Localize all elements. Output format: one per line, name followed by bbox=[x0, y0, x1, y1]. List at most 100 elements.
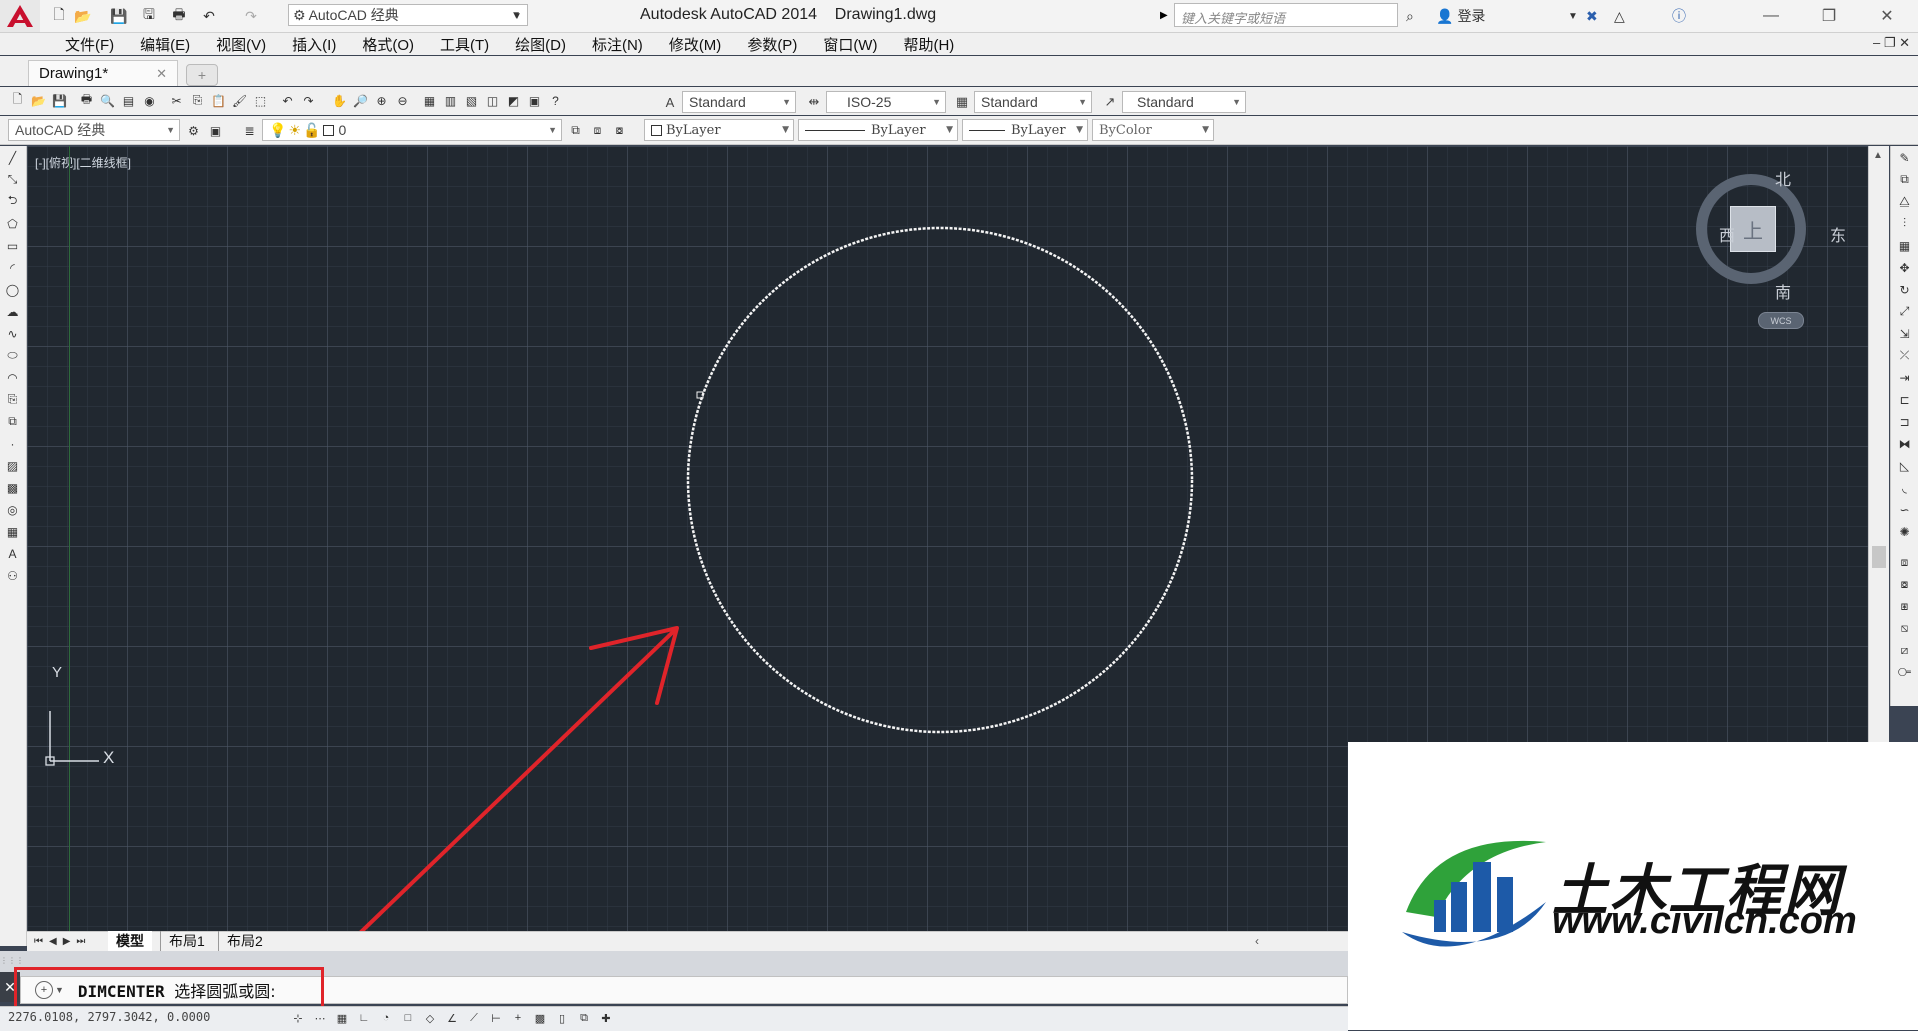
break-at-point-icon[interactable]: ⊏ bbox=[1895, 390, 1914, 409]
make-block-icon[interactable]: ⧉ bbox=[3, 412, 22, 431]
publish-icon[interactable]: ▤ bbox=[119, 91, 138, 110]
layout-tab-1[interactable]: 布局1 bbox=[160, 931, 213, 951]
sign-in-button[interactable]: 👤 登录 bbox=[1436, 5, 1485, 27]
menu-file[interactable]: 文件(F) bbox=[52, 34, 127, 55]
layer-state-icon[interactable]: ⧇ bbox=[610, 121, 629, 140]
layout-tab-2[interactable]: 布局2 bbox=[218, 931, 271, 951]
region-icon[interactable]: ◎ bbox=[3, 500, 22, 519]
lineweight-icon[interactable]: + bbox=[508, 1008, 528, 1028]
move-icon[interactable]: ✥ bbox=[1895, 258, 1914, 277]
text-style-icon[interactable]: A bbox=[658, 91, 682, 113]
open-file-icon[interactable]: 📂 bbox=[72, 5, 94, 27]
rotate-icon[interactable]: ↻ bbox=[1895, 280, 1914, 299]
properties-icon[interactable]: ▦ bbox=[420, 91, 439, 110]
menu-tools[interactable]: 工具(T) bbox=[427, 34, 502, 55]
draworder-above-icon[interactable]: ⧆ bbox=[1895, 597, 1914, 616]
line-icon[interactable]: ╱ bbox=[3, 148, 22, 167]
redo-icon[interactable]: ↷ bbox=[299, 91, 318, 110]
help-icon[interactable]: ? bbox=[546, 91, 565, 110]
markup-icon[interactable]: ◩ bbox=[504, 91, 523, 110]
menu-window[interactable]: 窗口(W) bbox=[810, 34, 890, 55]
redo-icon[interactable]: ↷ bbox=[240, 5, 262, 27]
undo-icon[interactable]: ↶ bbox=[198, 5, 220, 27]
application-menu-button[interactable] bbox=[0, 0, 40, 32]
3d-object-snap-icon[interactable]: ◇ bbox=[420, 1008, 440, 1028]
workspace-save-icon[interactable]: ▣ bbox=[206, 121, 225, 140]
hatch-icon[interactable]: ▨ bbox=[3, 456, 22, 475]
file-tab-drawing1[interactable]: Drawing1* ✕ bbox=[28, 60, 178, 86]
selected-circle[interactable] bbox=[686, 226, 1194, 734]
linetype-combo[interactable]: ByLayer ▼ bbox=[798, 119, 958, 141]
design-center-icon[interactable]: ▥ bbox=[441, 91, 460, 110]
cursor-coordinates[interactable]: 2276.0108, 2797.3042, 0.0000 bbox=[8, 1010, 210, 1024]
dim-style-combo[interactable]: ISO-25 ▼ bbox=[826, 91, 946, 113]
dynamic-ucs-icon[interactable]: ⟋ bbox=[464, 1008, 484, 1028]
first-layout-icon[interactable]: ⏮ bbox=[34, 936, 43, 947]
table-style-combo[interactable]: Standard ▼ bbox=[974, 91, 1092, 113]
viewcube-west[interactable]: 西 bbox=[1719, 222, 1735, 246]
dynamic-input-icon[interactable]: ⊢ bbox=[486, 1008, 506, 1028]
scroll-up-icon[interactable]: ▲ bbox=[1873, 150, 1883, 161]
menu-insert[interactable]: 插入(I) bbox=[279, 34, 349, 55]
rectangle-icon[interactable]: ▭ bbox=[3, 236, 22, 255]
viewcube-south[interactable]: 南 bbox=[1775, 279, 1791, 303]
minimize-window-icon[interactable]: — bbox=[1748, 2, 1794, 30]
plot-icon[interactable]: 🖶 bbox=[77, 91, 96, 110]
table-icon[interactable]: ▦ bbox=[3, 522, 22, 541]
help-icon[interactable]: ⓘ bbox=[1672, 5, 1686, 27]
insert-block-icon[interactable]: ⎘ bbox=[3, 390, 22, 409]
block-editor-icon[interactable]: ⬚ bbox=[251, 91, 270, 110]
ellipse-icon[interactable]: ⬭ bbox=[3, 346, 22, 365]
hatch-to-back-icon[interactable]: ⧃ bbox=[1895, 663, 1914, 682]
ortho-mode-icon[interactable]: ∟ bbox=[354, 1008, 374, 1028]
viewcube-east[interactable]: 东 bbox=[1830, 222, 1846, 246]
selection-cycling-icon[interactable]: ⧉ bbox=[574, 1008, 594, 1028]
ellipse-arc-icon[interactable]: ◠ bbox=[3, 368, 22, 387]
new-tab-button[interactable]: + bbox=[186, 64, 218, 86]
offset-icon[interactable]: ⫶ bbox=[1895, 214, 1914, 233]
prev-layout-icon[interactable]: ◀ bbox=[49, 936, 57, 947]
menu-help[interactable]: 帮助(H) bbox=[890, 34, 967, 55]
menu-modify[interactable]: 修改(M) bbox=[656, 34, 735, 55]
menu-view[interactable]: 视图(V) bbox=[203, 34, 279, 55]
object-snap-icon[interactable]: □ bbox=[398, 1008, 418, 1028]
explode-icon[interactable]: ✺ bbox=[1895, 522, 1914, 541]
plot-preview-icon[interactable]: 🔍 bbox=[98, 91, 117, 110]
construction-line-icon[interactable]: ⤡ bbox=[3, 170, 22, 189]
qat-menu-icon[interactable]: ▼ bbox=[510, 5, 524, 27]
circle-icon[interactable]: ◯ bbox=[3, 280, 22, 299]
layer-properties-icon[interactable]: ≣ bbox=[240, 121, 259, 140]
join-icon[interactable]: ⧓ bbox=[1895, 434, 1914, 453]
point-icon[interactable]: · bbox=[3, 434, 22, 453]
close-tab-icon[interactable]: ✕ bbox=[156, 66, 167, 82]
zoom-realtime-icon[interactable]: 🔎 bbox=[351, 91, 370, 110]
layout-tab-model[interactable]: 模型 bbox=[108, 931, 152, 951]
cut-icon[interactable]: ✂ bbox=[167, 91, 186, 110]
erase-icon[interactable]: ✎ bbox=[1895, 148, 1914, 167]
text-style-combo[interactable]: Standard ▼ bbox=[682, 91, 796, 113]
sheet-set-icon[interactable]: ◫ bbox=[483, 91, 502, 110]
save-icon[interactable]: 💾 bbox=[50, 91, 69, 110]
open-icon[interactable]: 📂 bbox=[29, 91, 48, 110]
plot-icon[interactable]: 🖶 bbox=[168, 5, 190, 27]
object-snap-tracking-icon[interactable]: ∠ bbox=[442, 1008, 462, 1028]
next-layout-icon[interactable]: ▶ bbox=[63, 936, 71, 947]
scroll-left-icon[interactable]: ‹ bbox=[1250, 931, 1264, 951]
grid-display-icon[interactable]: ▦ bbox=[332, 1008, 352, 1028]
polar-tracking-icon[interactable]: ◔ bbox=[376, 1008, 396, 1028]
last-layout-icon[interactable]: ⏭ bbox=[76, 936, 85, 947]
menu-draw[interactable]: 绘图(D) bbox=[502, 34, 579, 55]
table-style-icon[interactable]: ▦ bbox=[950, 91, 974, 113]
layer-combo[interactable]: 💡 ☀ 🔓 0 ▼ bbox=[262, 119, 562, 141]
restore-window-icon[interactable]: ❐ bbox=[1806, 2, 1852, 30]
expand-search-icon[interactable]: ▶ bbox=[1160, 3, 1172, 27]
close-window-icon[interactable]: ✕ bbox=[1864, 2, 1910, 30]
multiline-text-icon[interactable]: A bbox=[3, 544, 22, 563]
quick-properties-icon[interactable]: ▯ bbox=[552, 1008, 572, 1028]
save-as-icon[interactable]: 🖫 bbox=[138, 5, 160, 27]
undo-icon[interactable]: ↶ bbox=[278, 91, 297, 110]
paste-icon[interactable]: 📋 bbox=[209, 91, 228, 110]
spline-icon[interactable]: ∿ bbox=[3, 324, 22, 343]
extend-icon[interactable]: ⇥ bbox=[1895, 368, 1914, 387]
scale-icon[interactable]: ⤢ bbox=[1895, 302, 1914, 321]
